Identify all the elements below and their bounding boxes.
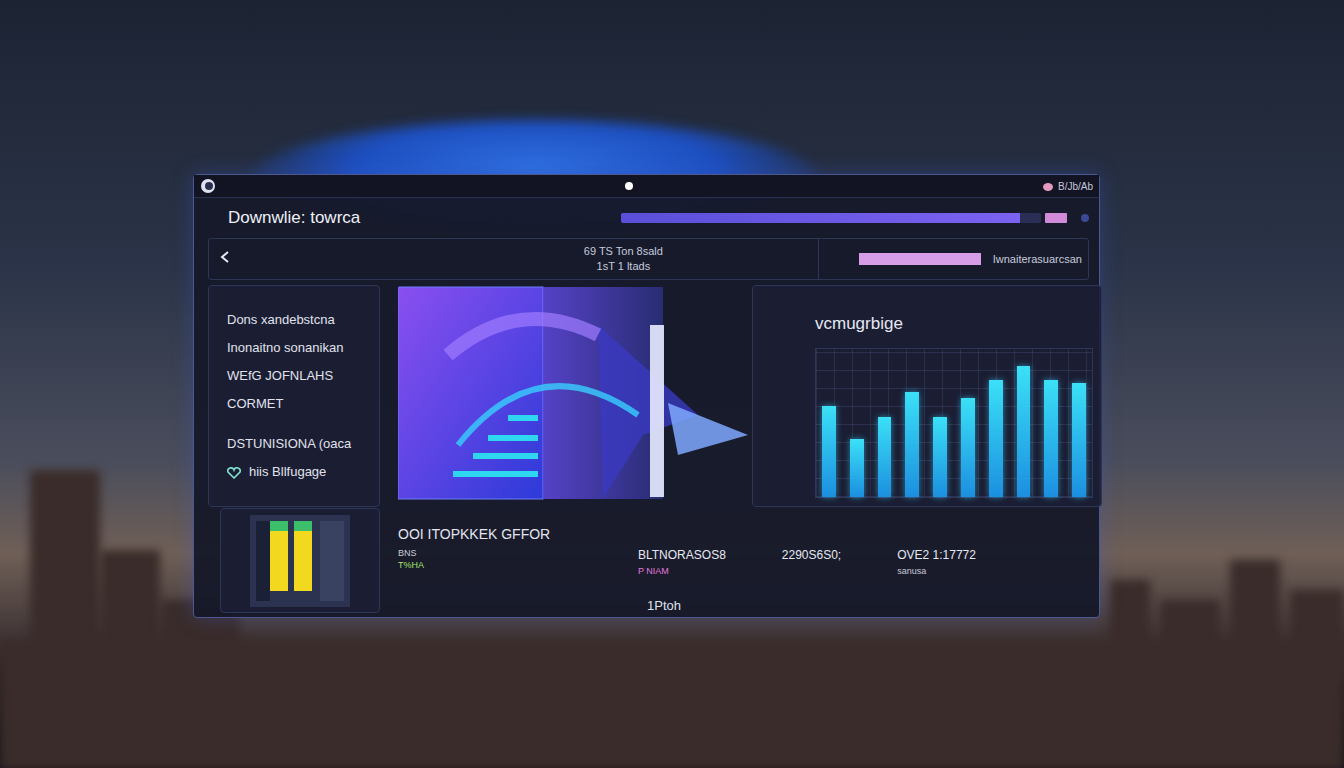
stat-value: 2290S6S0; [782, 548, 841, 562]
settings-ring[interactable] [1081, 214, 1089, 222]
chart-panel: vcmugrbige [752, 285, 1102, 507]
chart-bar [905, 392, 919, 497]
stat: 2290S6S0; [782, 548, 841, 562]
details-panel: Dons xandebstcnaInonaitno sonanikanWEfG … [208, 285, 380, 507]
chart-bar [1044, 380, 1058, 497]
toolbar-label: Iwnaiterasuarcsan [993, 253, 1082, 265]
divider [818, 239, 819, 279]
illustration [398, 285, 752, 507]
meta-text: hiis Bllfugage [249, 464, 326, 479]
summary: OOI ITOPKKEK GFFOR BNS T%HABLTNORASOS8 P NI… [398, 508, 1085, 613]
progress-track [621, 213, 1041, 223]
meter-track [859, 253, 981, 265]
status-area: B/Jb/Ab [1042, 181, 1093, 192]
toolbar: 69 TS Ton 8sald1sT 1 ltads Iwnaiterasuarc… [208, 238, 1089, 280]
bar-chart [815, 348, 1093, 498]
detail-line: WEfG JOFNLAHS [227, 362, 371, 390]
chart-bar [961, 398, 975, 497]
app-logo-icon [200, 178, 216, 194]
window-title: Downwlie: towrca [228, 208, 360, 228]
progress-cap [1045, 213, 1067, 223]
chart-bar [822, 406, 836, 497]
header: Downwlie: towrca [194, 198, 1099, 238]
back-arrow-icon [219, 250, 231, 264]
chart-bar [989, 380, 1003, 497]
cloud-icon [1042, 181, 1054, 191]
stat-sub: P NIAM [638, 566, 726, 576]
caption-text: BNS [398, 548, 638, 558]
indicator-dot [625, 182, 633, 190]
detail-line: CORMET [227, 390, 371, 418]
chart-bar [850, 439, 864, 497]
bar-thumbnail-icon [250, 515, 350, 607]
info-block: 69 TS Ton 8sald1sT 1 ltads [249, 244, 818, 274]
abstract-illustration-icon [398, 285, 752, 505]
meta-line: hiis Bllfugage [227, 458, 371, 486]
stat-value: BLTNORASOS8 [638, 548, 726, 562]
detail-line: Inonaitno sonanikan [227, 334, 371, 362]
chart-title: vcmugrbige [815, 314, 1093, 334]
summary-row: BNS T%HABLTNORASOS8 P NIAM 2290S6S0; OVE2 1:… [398, 548, 1085, 576]
stat-sub: sanusa [897, 566, 976, 576]
detail-line: Dons xandebstcna [227, 306, 371, 334]
summary-caption: BNS T%HA [398, 548, 638, 570]
stat: OVE2 1:17772 sanusa [897, 548, 976, 576]
status-text: B/Jb/Ab [1058, 181, 1093, 192]
summary-footer: 1Ptoh [398, 598, 930, 613]
meter-fill [859, 253, 981, 265]
heart-icon [227, 467, 241, 479]
info-line: 69 TS Ton 8sald [584, 244, 663, 259]
building-silhouette [0, 640, 1344, 768]
progress-area [372, 213, 1089, 223]
info-line: 1sT 1 ltads [597, 259, 651, 274]
summary-title: OOI ITOPKKEK GFFOR [398, 526, 1085, 542]
chart-bar [878, 417, 892, 497]
stat-value: OVE2 1:17772 [897, 548, 976, 562]
progress-fill [621, 213, 1020, 223]
chart-bar [1017, 366, 1031, 497]
app-window: B/Jb/Ab Downwlie: towrca 69 TS Ton 8sald1s… [193, 174, 1100, 618]
meta-block: DSTUNISIONA (oaca hiis Bllfugage [227, 430, 371, 486]
stat: BLTNORASOS8 P NIAM [638, 548, 726, 576]
chart-bar [933, 417, 947, 497]
thumbnail-panel [220, 508, 380, 613]
meta-line: DSTUNISIONA (oaca [227, 430, 371, 458]
back-button[interactable] [219, 250, 249, 268]
meta-text: DSTUNISIONA (oaca [227, 436, 351, 451]
bottom-strip: OOI ITOPKKEK GFFOR BNS T%HABLTNORASOS8 P NI… [220, 508, 1085, 613]
chart-bar [1072, 383, 1086, 497]
title-bar: B/Jb/Ab [194, 175, 1099, 198]
caption-tag: T%HA [398, 560, 638, 570]
main-area: Dons xandebstcnaInonaitno sonanikanWEfG … [208, 285, 1085, 505]
